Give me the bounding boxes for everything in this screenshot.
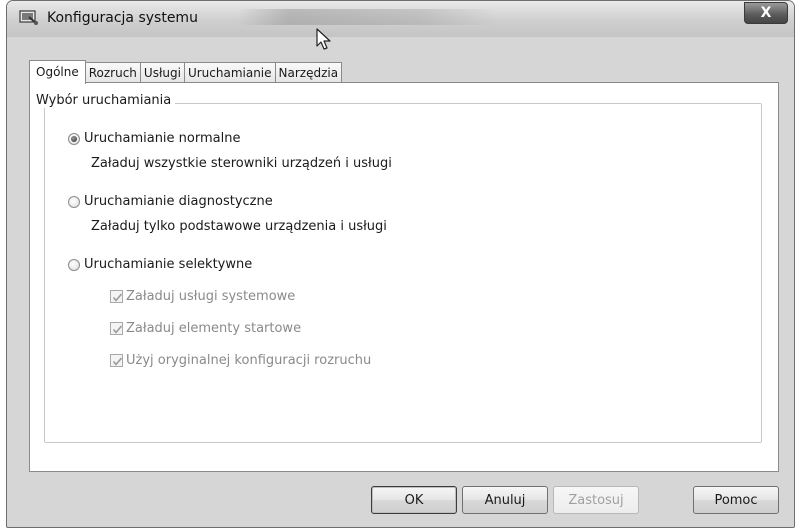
ok-button[interactable]: OK [371,486,457,514]
selective-startup-label: Uruchamianie selektywne [84,257,253,272]
startup-selection-group [44,103,762,443]
tab-label: Narzędzia [278,66,339,80]
tab-tools[interactable]: Narzędzia [274,62,343,83]
close-button[interactable]: X [744,2,788,24]
radio-normal-startup[interactable]: Uruchamianie normalne [68,131,240,146]
msconfig-icon [19,10,39,26]
diagnostic-startup-description: Załaduj tylko podstawowe urządzenia i us… [91,219,387,234]
radio-button[interactable] [68,195,80,208]
title-bar-glass [237,9,497,25]
tab-label: Ogólne [36,65,79,79]
tab-label: Uruchamianie [187,66,272,80]
radio-diagnostic-startup[interactable]: Uruchamianie diagnostyczne [68,194,273,209]
title-bar[interactable]: Konfiguracja systemu X [7,1,794,37]
radio-selective-startup[interactable]: Uruchamianie selektywne [68,257,252,272]
use-original-boot-config-label: Użyj oryginalnej konfiguracji rozruchu [126,353,372,368]
checkbox-use-original-boot-config[interactable]: Użyj oryginalnej konfiguracji rozruchu [110,353,371,368]
checkmark-icon [110,322,123,335]
checkmark-icon [110,354,123,367]
tab-strip: Ogólne Rozruch Usługi Uruchamianie Narzę… [29,60,343,84]
tab-services[interactable]: Usługi [139,62,185,83]
tab-startup[interactable]: Uruchamianie [183,62,276,83]
help-button[interactable]: Pomoc [693,486,779,514]
group-legend: Wybór uruchamiania [32,93,176,108]
close-icon: X [760,5,772,21]
window-title: Konfiguracja systemu [47,10,198,26]
checkmark-icon [110,290,123,303]
apply-button[interactable]: Zastosuj [553,486,639,514]
radio-button-checked[interactable] [68,132,80,145]
load-startup-items-label: Załaduj elementy startowe [126,321,302,336]
diagnostic-startup-label: Uruchamianie diagnostyczne [84,194,273,209]
checkbox-load-system-services[interactable]: Załaduj usługi systemowe [110,289,295,304]
tab-boot[interactable]: Rozruch [84,62,141,83]
tab-label: Rozruch [88,66,137,80]
tab-general[interactable]: Ogólne [29,60,86,84]
normal-startup-label: Uruchamianie normalne [84,131,241,146]
cancel-button[interactable]: Anuluj [462,486,548,514]
normal-startup-description: Załaduj wszystkie sterowniki urządzeń i … [91,156,392,171]
radio-button[interactable] [68,258,80,271]
checkbox-load-startup-items[interactable]: Załaduj elementy startowe [110,321,301,336]
mouse-pointer-icon [316,28,332,52]
tab-label: Usługi [143,66,181,80]
load-system-services-label: Załaduj usługi systemowe [126,289,296,304]
